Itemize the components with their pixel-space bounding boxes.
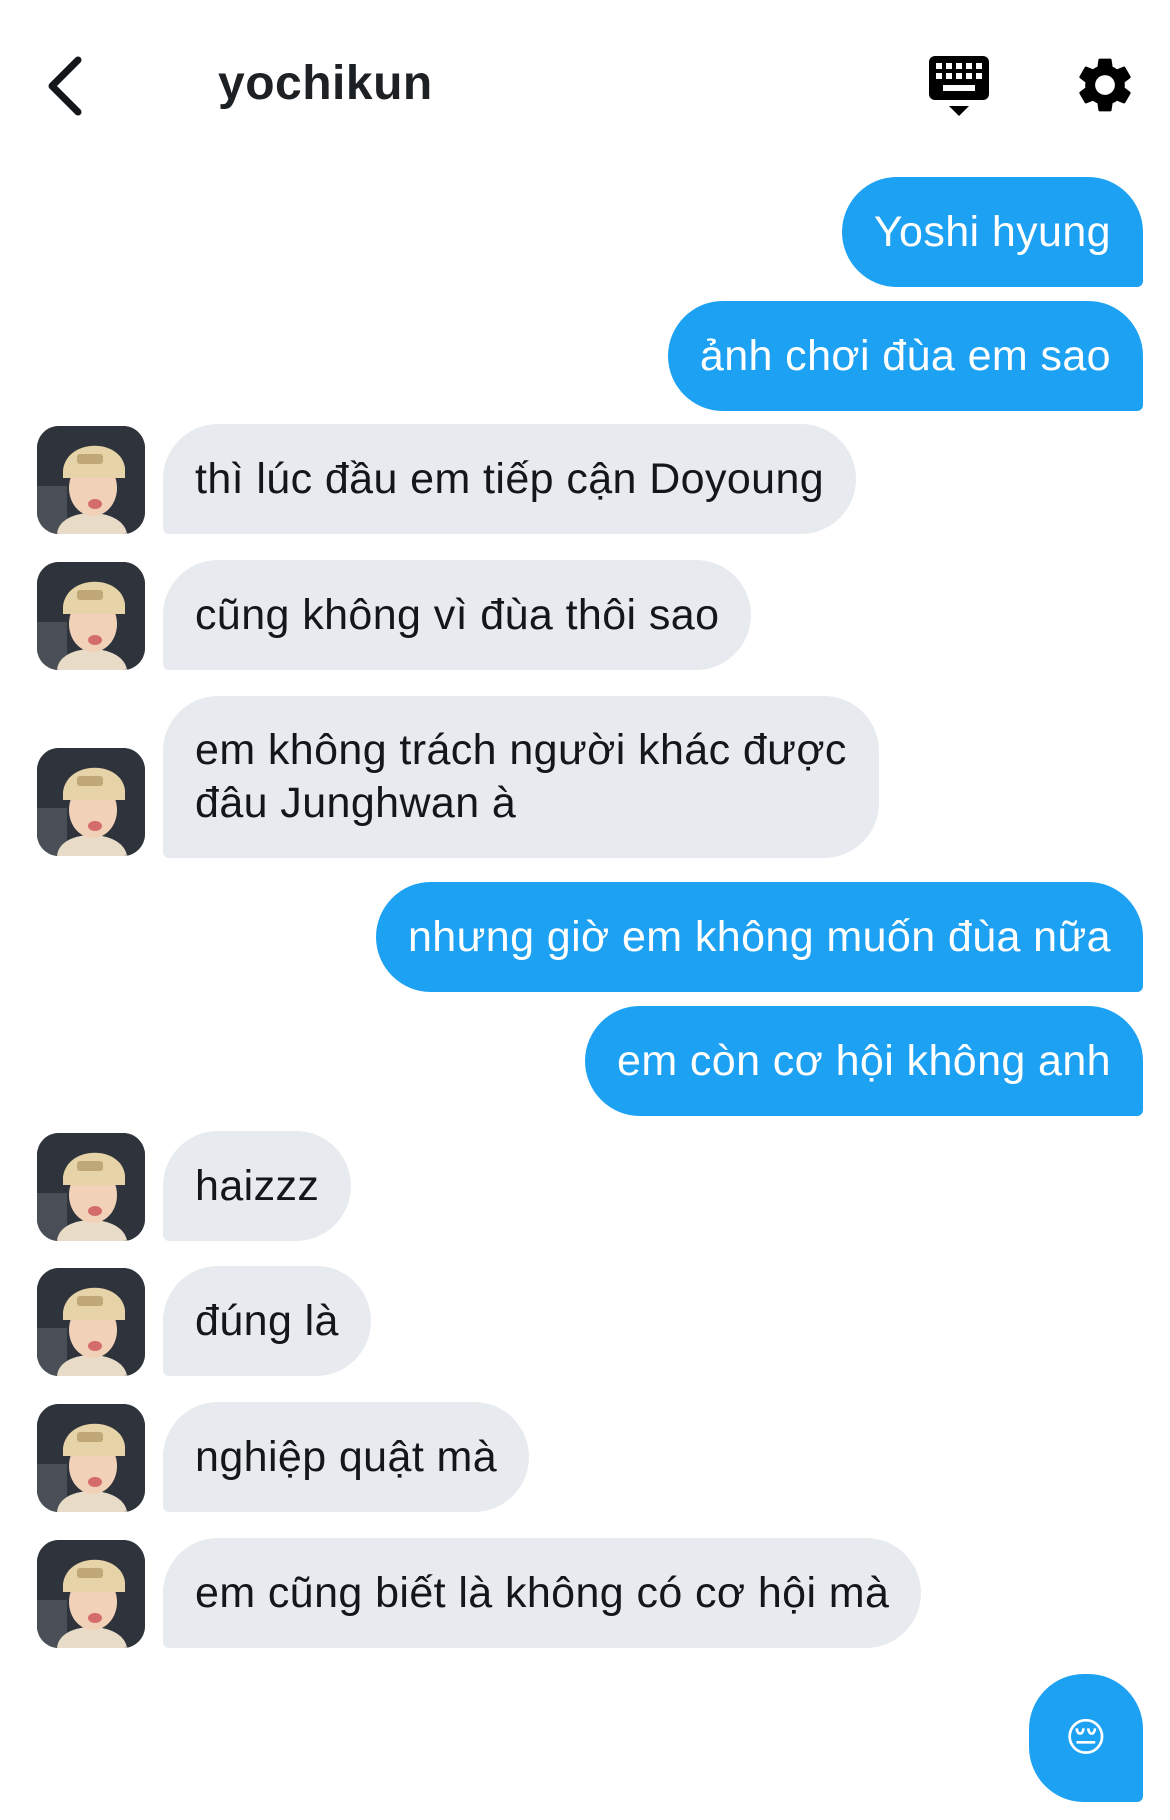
message-received[interactable]: em cũng biết là không có cơ hội mà (163, 1538, 922, 1648)
pensive-emoji: 😔 (1064, 1715, 1108, 1760)
avatar[interactable] (37, 1404, 145, 1512)
message-received[interactable]: nghiệp quật mà (163, 1402, 530, 1512)
message-sent[interactable]: ảnh chơi đùa em sao (667, 301, 1143, 411)
message-sent[interactable]: Yoshi hyung (841, 177, 1143, 287)
avatar[interactable] (37, 748, 145, 856)
message-received[interactable]: cũng không vì đùa thôi sao (163, 560, 752, 670)
keyboard-button[interactable] (925, 52, 993, 120)
avatar[interactable] (37, 426, 145, 534)
avatar-photo (37, 1133, 145, 1241)
message-text: haizzz (195, 1161, 320, 1210)
message-text: đúng là (195, 1296, 339, 1345)
message-text: thì lúc đầu em tiếp cận Doyoung (195, 454, 825, 503)
avatar[interactable] (37, 562, 145, 670)
avatar-photo (37, 1404, 145, 1512)
keyboard-icon (929, 56, 989, 116)
chevron-left-icon (48, 56, 82, 116)
chat-header: yochikun (0, 0, 1170, 170)
message-text: nghiệp quật mà (195, 1432, 498, 1481)
message-text-line-2: đâu Junghwan à (195, 779, 517, 827)
message-text: em còn cơ hội không anh (617, 1036, 1111, 1085)
message-received[interactable]: đúng là (163, 1266, 371, 1376)
avatar-photo (37, 748, 145, 856)
message-text: nhưng giờ em không muốn đùa nữa (407, 912, 1111, 961)
message-text: cũng không vì đùa thôi sao (195, 590, 720, 639)
avatar[interactable] (37, 1133, 145, 1241)
avatar-photo (37, 426, 145, 534)
message-sent[interactable]: nhưng giờ em không muốn đùa nữa (375, 882, 1143, 992)
message-received[interactable]: em không trách người khác được đâu Jungh… (163, 696, 879, 858)
avatar[interactable] (37, 1268, 145, 1376)
settings-button[interactable] (1072, 52, 1138, 118)
avatar-photo (37, 562, 145, 670)
message-received[interactable]: thì lúc đầu em tiếp cận Doyoung (163, 424, 857, 534)
message-text: em cũng biết là không có cơ hội mà (195, 1568, 890, 1617)
conversation-title[interactable]: yochikun (218, 56, 433, 111)
gear-icon (1079, 58, 1131, 112)
message-text-line-1: em không trách người khác được (195, 726, 847, 774)
message-text: Yoshi hyung (873, 207, 1111, 256)
message-sent-emoji[interactable]: 😔 (1029, 1674, 1143, 1802)
avatar[interactable] (37, 1540, 145, 1648)
message-text: ảnh chơi đùa em sao (699, 331, 1111, 380)
message-sent[interactable]: em còn cơ hội không anh (585, 1006, 1143, 1116)
message-received[interactable]: haizzz (163, 1131, 352, 1241)
avatar-photo (37, 1540, 145, 1648)
avatar-photo (37, 1268, 145, 1376)
back-button[interactable] (38, 52, 98, 120)
